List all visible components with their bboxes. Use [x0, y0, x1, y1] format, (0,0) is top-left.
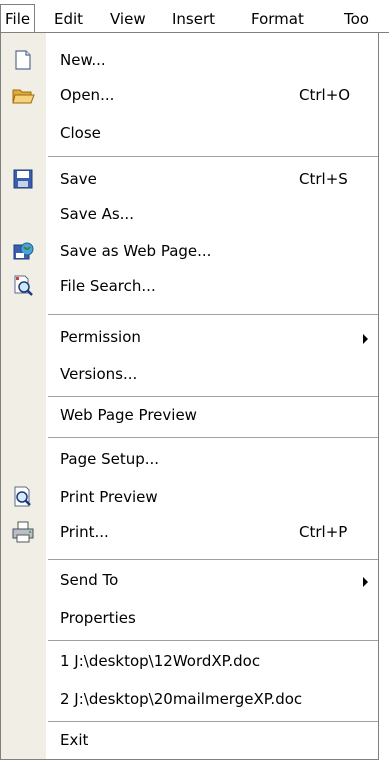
- menu-item-label: Properties: [60, 609, 136, 627]
- menu-item-recent-file-1[interactable]: 1 J:\desktop\12WordXP.doc: [1, 646, 378, 676]
- menu-item-open[interactable]: Open... Ctrl+O: [1, 80, 378, 110]
- submenu-arrow-icon: [363, 577, 368, 587]
- menu-item-label: Permission: [60, 328, 141, 346]
- separator: [48, 314, 378, 315]
- save-web-page-icon: [11, 239, 35, 263]
- menu-bar: File Edit View Insert Format Too: [0, 0, 389, 33]
- menu-item-print[interactable]: Print... Ctrl+P: [1, 517, 378, 547]
- menu-item-label: 1 J:\desktop\12WordXP.doc: [60, 652, 261, 670]
- menu-item-label: Send To: [60, 571, 119, 589]
- menu-item-label: File Search...: [60, 277, 156, 295]
- menu-view[interactable]: View: [110, 9, 146, 29]
- menu-item-properties[interactable]: Properties: [1, 603, 378, 633]
- separator: [48, 156, 378, 157]
- menu-item-new[interactable]: New...: [1, 45, 378, 75]
- submenu-arrow-icon: [363, 334, 368, 344]
- menu-item-label: Open...: [60, 86, 115, 104]
- separator: [48, 396, 378, 397]
- menu-item-permission[interactable]: Permission: [1, 322, 378, 352]
- menu-item-label: Page Setup...: [60, 450, 160, 468]
- save-disk-icon: [11, 167, 35, 191]
- file-search-icon: [11, 274, 35, 298]
- menu-item-recent-file-2[interactable]: 2 J:\desktop\20mailmergeXP.doc: [1, 684, 378, 714]
- menu-format[interactable]: Format: [251, 9, 304, 29]
- menu-item-label: Print Preview: [60, 488, 158, 506]
- menu-item-label: Save as Web Page...: [60, 242, 212, 260]
- menu-item-label: Exit: [60, 731, 89, 749]
- menu-item-file-search[interactable]: File Search...: [1, 271, 378, 301]
- separator: [48, 437, 378, 438]
- file-menu-dropdown: New... Open... Ctrl+O Close Save Ctrl+S: [0, 33, 379, 760]
- menu-item-print-preview[interactable]: Print Preview: [1, 482, 378, 512]
- menu-item-label: New...: [60, 51, 106, 69]
- new-document-icon: [11, 48, 35, 72]
- menu-item-save-as[interactable]: Save As...: [1, 199, 378, 229]
- menu-item-web-page-preview[interactable]: Web Page Preview: [1, 400, 378, 430]
- menu-item-close[interactable]: Close: [1, 118, 378, 148]
- menu-edit[interactable]: Edit: [54, 9, 83, 29]
- menu-item-save-as-web-page[interactable]: Save as Web Page...: [1, 236, 378, 266]
- menu-item-label: 2 J:\desktop\20mailmergeXP.doc: [60, 690, 303, 708]
- printer-icon: [11, 520, 35, 544]
- menu-tools[interactable]: Too: [344, 9, 369, 29]
- menu-item-label: Versions...: [60, 365, 138, 383]
- menu-item-label: Print...: [60, 523, 109, 541]
- separator: [48, 640, 378, 641]
- separator: [48, 559, 378, 560]
- shortcut-label: Ctrl+S: [299, 170, 348, 188]
- menu-item-versions[interactable]: Versions...: [1, 359, 378, 389]
- menu-item-label: Save As...: [60, 205, 134, 223]
- shortcut-label: Ctrl+O: [299, 86, 351, 104]
- menu-item-exit[interactable]: Exit: [1, 725, 378, 755]
- menu-item-page-setup[interactable]: Page Setup...: [1, 444, 378, 474]
- open-folder-icon: [11, 83, 35, 107]
- print-preview-icon: [11, 485, 35, 509]
- separator: [48, 721, 378, 722]
- menu-insert[interactable]: Insert: [172, 9, 215, 29]
- menu-file[interactable]: File: [0, 4, 36, 32]
- menu-item-label: Web Page Preview: [60, 406, 197, 424]
- shortcut-label: Ctrl+P: [299, 523, 348, 541]
- menu-item-label: Save: [60, 170, 97, 188]
- menu-item-send-to[interactable]: Send To: [1, 565, 378, 595]
- menu-item-save[interactable]: Save Ctrl+S: [1, 164, 378, 194]
- menu-item-label: Close: [60, 124, 101, 142]
